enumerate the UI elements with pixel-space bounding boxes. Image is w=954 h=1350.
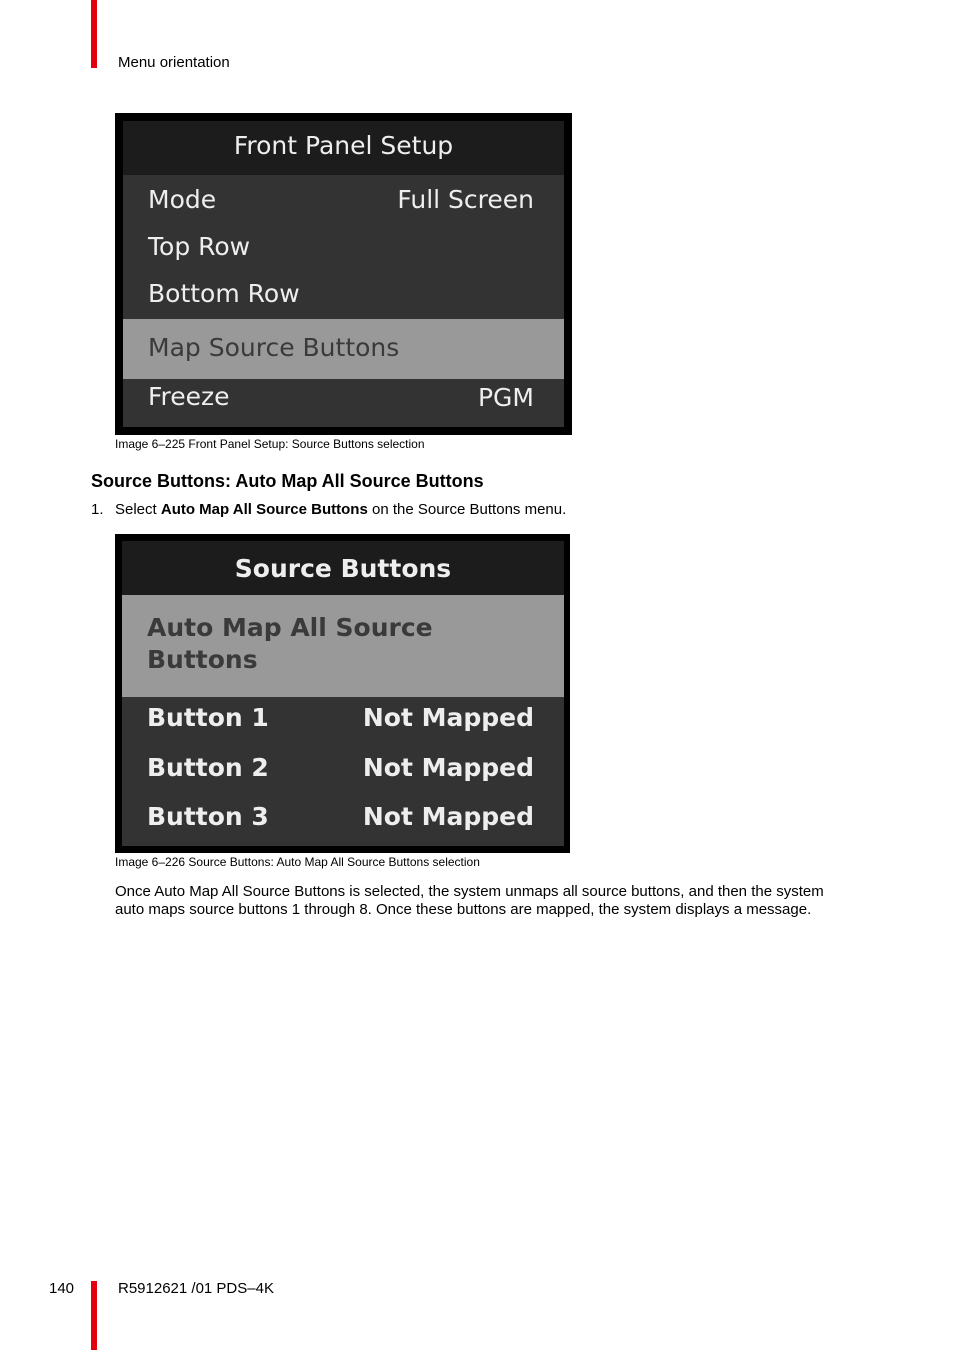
osd-menu-title: Source Buttons: [122, 541, 564, 595]
menu-item-value: Not Mapped: [362, 703, 534, 732]
figure-caption: Image 6–225 Front Panel Setup: Source Bu…: [115, 437, 425, 451]
menu-item-button-3[interactable]: Button 3 Not Mapped: [122, 797, 564, 846]
header-accent-bar: [91, 0, 97, 68]
menu-item-auto-map-all-source-buttons[interactable]: Auto Map All Source Buttons: [122, 595, 564, 697]
osd-menu: Front Panel Setup Mode Full Screen Top R…: [123, 121, 564, 427]
menu-item-label: Freeze: [148, 382, 230, 411]
step-ui-term: Auto Map All Source Buttons: [160, 501, 368, 518]
body-paragraph: Once Auto Map All Source Buttons is sele…: [115, 883, 824, 918]
menu-item-value: Not Mapped: [362, 753, 534, 782]
osd-menu: Source Buttons Auto Map All Source Butto…: [122, 541, 564, 846]
document-id: R5912621 /01 PDS–4K: [118, 1280, 274, 1297]
menu-item-top-row[interactable]: Top Row: [123, 224, 564, 273]
menu-item-label: Button 3: [147, 802, 269, 831]
menu-item-label: Mode: [148, 185, 217, 214]
step-text-end: on the Source Buttons menu.: [367, 501, 567, 518]
running-header: Menu orientation: [118, 54, 230, 71]
osd-menu-title: Front Panel Setup: [123, 121, 564, 175]
menu-item-value: PGM: [477, 383, 534, 412]
menu-item-value: Not Mapped: [362, 802, 534, 831]
step-text: Select: [115, 501, 161, 518]
section-heading: Source Buttons: Auto Map All Source Butt…: [91, 471, 484, 491]
figure-caption: Image 6–226 Source Buttons: Auto Map All…: [115, 855, 480, 869]
page-number: 140: [49, 1280, 75, 1297]
menu-item-freeze[interactable]: Freeze PGM: [123, 379, 564, 427]
step-number: 1.: [91, 501, 104, 518]
menu-item-label: Button 1: [147, 703, 269, 732]
menu-item-mode[interactable]: Mode Full Screen: [123, 175, 564, 224]
menu-item-label: Top Row: [148, 232, 251, 261]
menu-item-value: Full Screen: [397, 185, 534, 214]
procedure-step: 1. Select Auto Map All Source Buttons on …: [91, 501, 566, 518]
front-panel-setup-screenshot: Front Panel Setup Mode Full Screen Top R…: [115, 113, 572, 435]
footer-accent-bar: [91, 1281, 97, 1350]
menu-item-button-2[interactable]: Button 2 Not Mapped: [122, 747, 564, 797]
menu-item-label-line1: Auto Map All Source: [147, 613, 433, 642]
menu-item-label: Button 2: [147, 753, 269, 782]
source-buttons-screenshot: Source Buttons Auto Map All Source Butto…: [115, 534, 570, 853]
menu-item-label-line2: Buttons: [147, 645, 258, 674]
menu-item-label: Bottom Row: [148, 279, 300, 308]
menu-item-label: Map Source Buttons: [148, 333, 400, 362]
menu-item-map-source-buttons[interactable]: Map Source Buttons: [123, 319, 564, 379]
menu-item-bottom-row[interactable]: Bottom Row: [123, 273, 564, 319]
menu-item-button-1[interactable]: Button 1 Not Mapped: [122, 697, 564, 747]
